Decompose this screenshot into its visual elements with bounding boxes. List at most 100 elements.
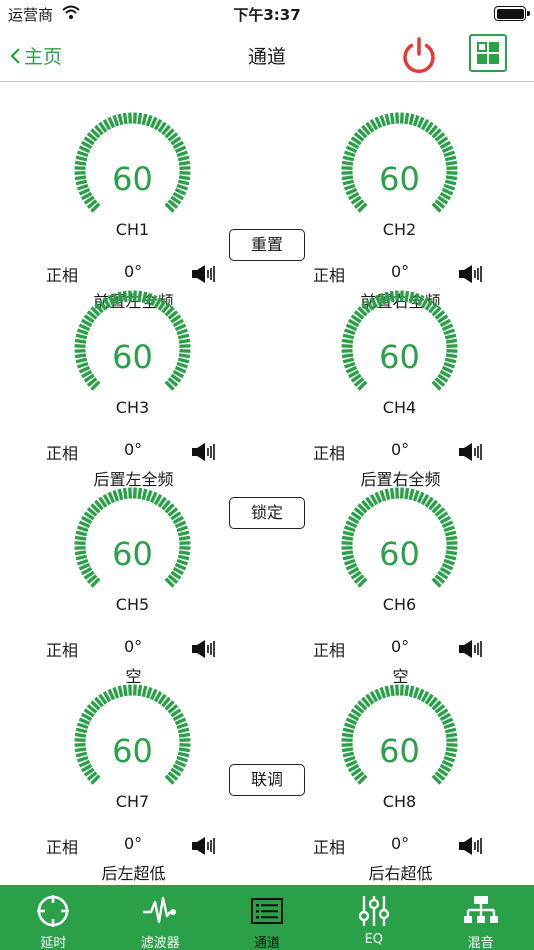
lock-button[interactable]: 锁定: [229, 497, 305, 529]
gauge-tick: [137, 112, 143, 125]
gauge-tick: [128, 487, 133, 499]
channel-label: CH2: [382, 220, 417, 239]
gauge-value: 60: [379, 338, 420, 376]
gauge-tick: [443, 722, 456, 730]
tab-label: 混音: [467, 936, 494, 950]
phase-label[interactable]: 正相: [46, 262, 78, 286]
gauge-value: 60: [379, 160, 420, 198]
gauge-tick: [404, 487, 410, 500]
gauge-tick: [441, 323, 454, 332]
phase-label[interactable]: 正相: [46, 637, 78, 661]
gauge-tick: [149, 491, 158, 504]
gauge-tick: [399, 290, 404, 302]
gauge-tick: [389, 684, 395, 697]
gauge-tick: [141, 685, 148, 698]
speaker-icon[interactable]: [458, 836, 484, 856]
gauge-tick: [345, 520, 358, 529]
gauge-tick: [412, 114, 420, 127]
channel-7: 60 CH7 正相 0° 后左超低: [0, 680, 267, 883]
gauge-tick: [132, 290, 137, 302]
phase-value: 0°: [391, 834, 410, 853]
gauge-tick: [132, 112, 137, 124]
speaker-icon[interactable]: [191, 639, 217, 659]
reset-button[interactable]: 重置: [229, 229, 305, 261]
gauge-tick: [443, 150, 456, 158]
speaker-icon[interactable]: [191, 442, 217, 462]
gauge-tick: [395, 684, 400, 696]
gauge-tick: [389, 487, 395, 500]
tab-mix[interactable]: 混音: [427, 885, 534, 950]
crosshair-icon: [37, 895, 70, 927]
tab-bar: 延时 滤波器 通道 EQ 混音: [0, 885, 534, 950]
channel-label: CH6: [382, 595, 417, 614]
phase-label[interactable]: 正相: [46, 834, 78, 858]
phase-value: 0°: [391, 262, 410, 281]
gauge-tick: [395, 112, 400, 124]
gauge-tick: [145, 114, 153, 127]
gauge-tick: [107, 116, 116, 129]
gauge-tick: [117, 113, 124, 126]
phase-label[interactable]: 正相: [313, 834, 345, 858]
link-button[interactable]: 联调: [229, 764, 305, 796]
gauge-tick: [404, 112, 410, 125]
grid-icon: [477, 42, 499, 64]
phase-label[interactable]: 正相: [313, 637, 345, 661]
gauge-tick: [343, 722, 356, 730]
gauge-tick: [416, 688, 425, 701]
speaker-icon[interactable]: [191, 836, 217, 856]
gauge-tick: [408, 291, 415, 304]
gauge-tick: [384, 291, 391, 304]
channel-1: 60 CH1 正相 0° 前置左全频: [0, 108, 267, 311]
gauge-tick: [399, 487, 404, 499]
gauge-tick: [78, 717, 91, 726]
gauge-tick: [374, 294, 383, 307]
gauge-tick: [412, 292, 420, 305]
power-button[interactable]: [400, 36, 438, 74]
gauge-tick: [122, 684, 128, 697]
gauge-tick: [408, 113, 415, 126]
gauge-tick: [112, 489, 120, 502]
gauge-tick: [404, 684, 410, 697]
speaker-icon[interactable]: [458, 442, 484, 462]
gauge-tick: [78, 323, 91, 332]
gauge-tick: [399, 684, 404, 696]
gauge-tick: [122, 290, 128, 303]
gauge-tick: [122, 487, 128, 500]
gauge-tick: [112, 114, 120, 127]
phase-value: 0°: [391, 637, 410, 656]
speaker-icon[interactable]: [458, 264, 484, 284]
gauge-tick: [412, 686, 420, 699]
waveform-icon: [143, 896, 177, 924]
gauge-tick: [176, 150, 189, 158]
status-bar: 运营商 下午3:37: [0, 0, 534, 28]
phase-label[interactable]: 正相: [46, 440, 78, 464]
gauge-tick: [174, 520, 187, 529]
gauge-tick: [132, 487, 137, 499]
tab-filter[interactable]: 滤波器: [107, 885, 214, 950]
gauge-tick: [416, 116, 425, 129]
battery-icon: [494, 6, 530, 21]
gauge-tick: [137, 290, 143, 303]
speaker-icon[interactable]: [191, 264, 217, 284]
tab-eq[interactable]: EQ: [320, 885, 427, 950]
tab-delay[interactable]: 延时: [0, 885, 107, 950]
channel-8: 60 CH8 正相 0° 后右超低: [267, 680, 534, 883]
gauge-tick: [384, 685, 391, 698]
gauge-tick: [76, 150, 89, 158]
gauge-tick: [149, 294, 158, 307]
tab-channel[interactable]: 通道: [214, 885, 321, 950]
layout-button[interactable]: [469, 34, 507, 72]
speaker-icon[interactable]: [458, 639, 484, 659]
phase-label[interactable]: 正相: [313, 440, 345, 464]
channel-label: CH4: [382, 398, 417, 417]
gauge-tick: [117, 685, 124, 698]
gauge-tick: [379, 114, 387, 127]
gauge-tick: [174, 323, 187, 332]
gauge-tick: [141, 488, 148, 501]
channel-name: 后左超低: [101, 864, 166, 883]
channel-3: 60 CH3 正相 0° 后置左全频: [0, 286, 267, 489]
phase-label[interactable]: 正相: [313, 262, 345, 286]
gauge-tick: [107, 688, 116, 701]
gauge-value: 60: [379, 535, 420, 573]
gauge-tick: [76, 722, 89, 730]
